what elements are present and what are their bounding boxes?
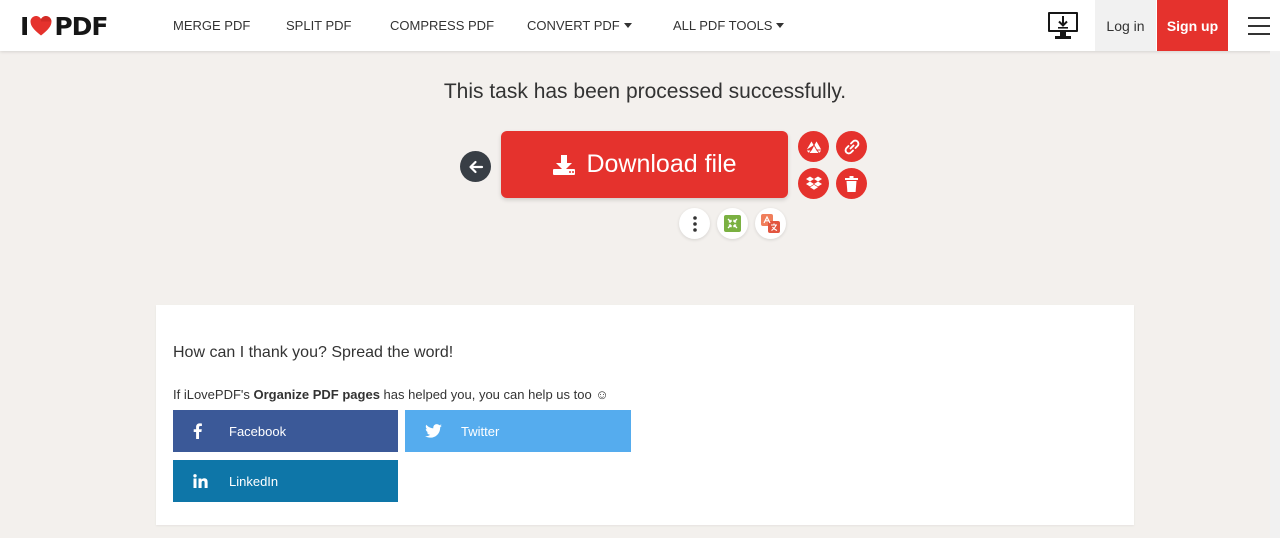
desktop-app-button[interactable] — [1047, 11, 1079, 41]
facebook-icon — [193, 410, 202, 452]
google-drive-icon — [805, 139, 822, 154]
download-icon — [553, 154, 576, 175]
translate-pdf-shortcut[interactable] — [755, 208, 786, 239]
copy-link-button[interactable] — [836, 131, 867, 162]
desktop-download-icon — [1048, 12, 1078, 39]
success-message: This task has been processed successfull… — [443, 80, 847, 103]
link-icon — [844, 139, 859, 154]
caret-down-icon — [623, 23, 632, 28]
nav-all-pdf-tools[interactable]: ALL PDF TOOLS — [673, 18, 785, 33]
more-options-button[interactable] — [679, 208, 710, 239]
delete-button[interactable] — [836, 168, 867, 199]
nav-compress-pdf[interactable]: COMPRESS PDF — [390, 18, 494, 33]
menu-bar — [1248, 25, 1270, 27]
twitter-share-button[interactable]: Twitter — [405, 410, 631, 452]
login-button[interactable]: Log in — [1095, 0, 1156, 51]
nav-merge-pdf[interactable]: MERGE PDF — [173, 18, 250, 33]
dropbox-button[interactable] — [798, 168, 829, 199]
back-button[interactable] — [460, 151, 491, 182]
compress-tool-icon — [724, 215, 741, 232]
nav-label: MERGE PDF — [173, 18, 251, 33]
arrow-left-icon — [468, 160, 483, 173]
twitter-icon — [425, 410, 442, 452]
share-sub-tool-name: Organize PDF pages — [253, 387, 380, 402]
twitter-label: Twitter — [461, 423, 500, 439]
facebook-share-button[interactable]: Facebook — [173, 410, 398, 452]
share-card: How can I thank you? Spread the word! If… — [156, 305, 1134, 525]
trash-icon — [845, 175, 858, 192]
facebook-label: Facebook — [229, 423, 287, 439]
translate-tool-icon — [761, 214, 780, 233]
linkedin-icon — [193, 460, 208, 502]
top-header: I PDF MERGE PDF SPLIT PDF COMPRESS PDF C… — [0, 0, 1280, 51]
linkedin-label: LinkedIn — [229, 473, 279, 489]
logo-prefix: I — [20, 11, 29, 41]
more-vertical-icon — [692, 215, 697, 232]
menu-bar — [1248, 17, 1270, 19]
nav-split-pdf[interactable]: SPLIT PDF — [286, 18, 352, 33]
share-sub-before: If iLovePDF's — [173, 387, 254, 402]
nav-label: COMPRESS PDF — [390, 18, 495, 33]
page-scrollbar[interactable] — [1270, 51, 1280, 538]
nav-convert-pdf[interactable]: CONVERT PDF — [527, 18, 632, 33]
dropbox-icon — [805, 176, 822, 190]
download-file-button[interactable]: Download file — [501, 131, 788, 198]
nav-label: SPLIT PDF — [286, 18, 352, 33]
share-subtitle: If iLovePDF's Organize PDF pages has hel… — [173, 387, 609, 402]
share-title: How can I thank you? Spread the word! — [173, 344, 454, 361]
compress-pdf-shortcut[interactable] — [717, 208, 748, 239]
heart-icon — [30, 16, 52, 36]
menu-bar — [1248, 33, 1270, 35]
hamburger-menu-icon[interactable] — [1248, 17, 1270, 35]
logo-suffix: PDF — [54, 11, 108, 41]
download-label: Download file — [586, 150, 737, 178]
signup-button[interactable]: Sign up — [1157, 0, 1228, 51]
share-sub-after: has helped you, you can help us too ☺ — [379, 387, 609, 402]
ilovepdf-logo[interactable]: I PDF — [20, 11, 108, 41]
caret-down-icon — [776, 23, 785, 28]
nav-label: ALL PDF TOOLS — [673, 18, 773, 33]
google-drive-button[interactable] — [798, 131, 829, 162]
linkedin-share-button[interactable]: LinkedIn — [173, 460, 398, 502]
nav-label: CONVERT PDF — [527, 18, 620, 33]
